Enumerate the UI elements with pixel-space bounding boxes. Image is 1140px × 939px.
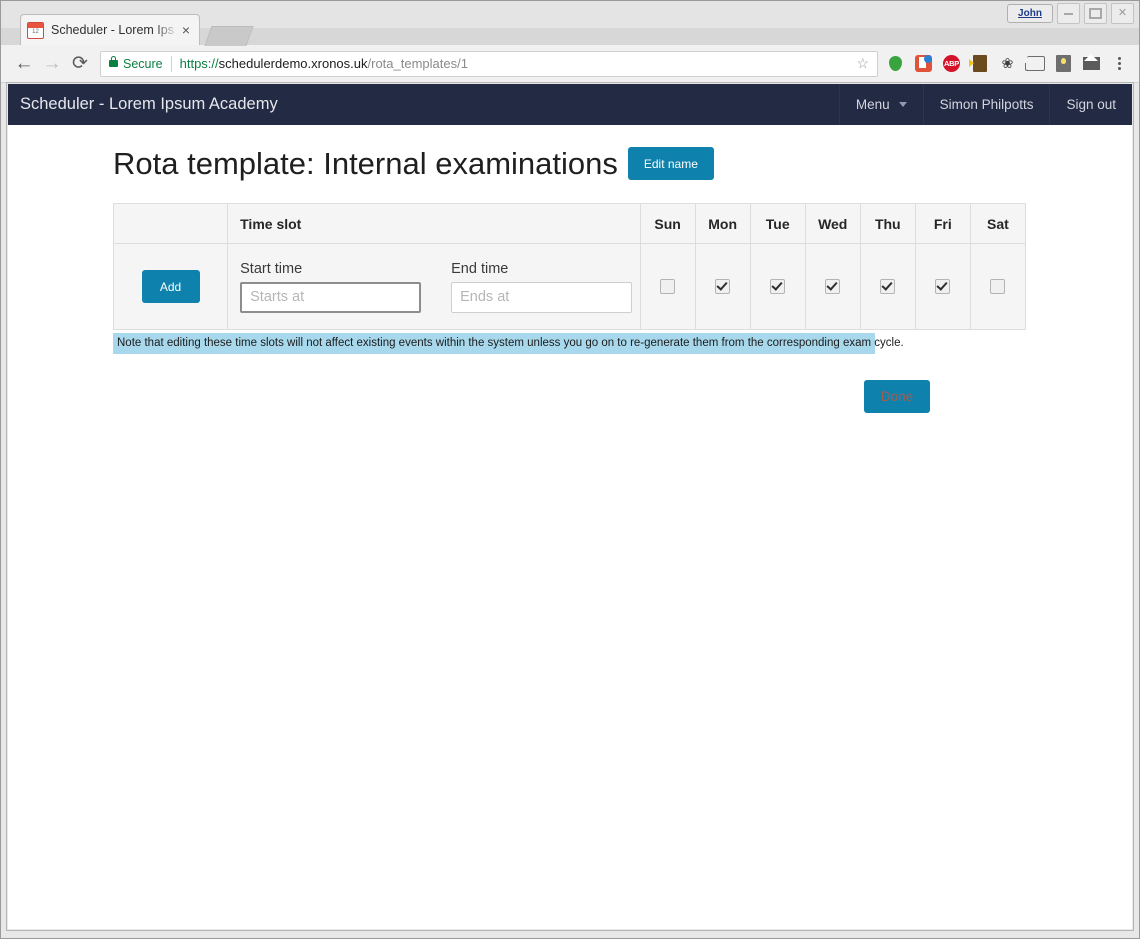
- header-day-tue: Tue: [749, 203, 806, 245]
- time-slot-fields: Start time End time: [228, 261, 639, 313]
- header-day-thu: Thu: [859, 203, 916, 245]
- url-scheme: https://: [179, 56, 219, 71]
- checkbox-wed[interactable]: [825, 278, 841, 294]
- window-minimize-button[interactable]: [1057, 3, 1080, 24]
- table-head: Time slot Sun Mon Tue Wed Thu Fri Sat: [112, 203, 1027, 245]
- new-tab-button[interactable]: [204, 26, 254, 46]
- start-time-label: Start time: [240, 260, 303, 277]
- omnibox-divider: [170, 55, 172, 72]
- minimize-icon: [1058, 4, 1079, 23]
- window-controls: John ✕: [1007, 3, 1134, 24]
- header-day-mon: Mon: [694, 203, 751, 245]
- url-text: https://schedulerdemo.xronos.uk/rota_tem…: [180, 56, 468, 71]
- checkbox-mon[interactable]: [715, 278, 731, 294]
- table-header-row: Time slot Sun Mon Tue Wed Thu Fri Sat: [112, 203, 1027, 245]
- nav-menu-label: Menu: [855, 97, 890, 112]
- start-time-input[interactable]: [240, 281, 422, 313]
- end-time-field-group: End time: [451, 260, 633, 313]
- cell-day-wed: [804, 243, 861, 331]
- header-time-slot: Time slot: [227, 203, 641, 245]
- page-content: Rota template: Internal examinations Edi…: [8, 125, 1132, 413]
- url-host: schedulerdemo.xronos.uk: [218, 56, 368, 71]
- table-row: Add Start time End time: [112, 243, 1027, 331]
- info-note: Note that editing these time slots will …: [113, 333, 904, 354]
- time-slots-table: Time slot Sun Mon Tue Wed Thu Fri Sat Ad…: [112, 203, 1027, 331]
- chrome-menu-icon[interactable]: [1110, 57, 1128, 70]
- browser-tab-active[interactable]: 12 Scheduler - Lorem Ips ×: [20, 14, 200, 45]
- maximize-icon: [1085, 4, 1106, 23]
- app-nav-right: Menu Simon Philpotts Sign out: [838, 84, 1132, 125]
- header-day-sun: Sun: [639, 203, 696, 245]
- note-extension-icon[interactable]: [1054, 54, 1073, 73]
- lock-icon: [109, 56, 118, 67]
- cast-icon[interactable]: [1024, 54, 1045, 73]
- browser-window: John ✕ 12 Scheduler - Lorem Ips × ← → ⟳: [0, 0, 1140, 939]
- nav-user-name[interactable]: Simon Philpotts: [922, 84, 1050, 125]
- header-day-fri: Fri: [914, 203, 971, 245]
- edit-name-button[interactable]: Edit name: [627, 147, 714, 181]
- back-button[interactable]: ←: [10, 50, 38, 78]
- adblock-plus-icon[interactable]: ABP: [942, 54, 961, 73]
- window-close-button[interactable]: ✕: [1111, 3, 1134, 24]
- page-viewport: Scheduler - Lorem Ipsum Academy Menu Sim…: [8, 84, 1132, 929]
- cell-day-fri: [914, 243, 971, 331]
- bookmark-extension-icon[interactable]: [914, 54, 933, 73]
- cell-day-tue: [749, 243, 806, 331]
- calendar-favicon-icon: 12: [27, 21, 44, 39]
- mail-extension-icon[interactable]: [1082, 54, 1101, 73]
- url-path: /rota_templates/1: [367, 56, 468, 71]
- header-day-sat: Sat: [969, 203, 1027, 245]
- checkbox-tue[interactable]: [770, 278, 786, 294]
- bookmark-star-icon[interactable]: ☆: [848, 55, 869, 72]
- claw-extension-icon[interactable]: ❀: [998, 54, 1017, 73]
- app-navbar: Scheduler - Lorem Ipsum Academy Menu Sim…: [8, 84, 1132, 125]
- forward-button[interactable]: →: [38, 50, 66, 78]
- add-button[interactable]: Add: [141, 270, 200, 304]
- checkbox-fri[interactable]: [935, 278, 951, 294]
- tab-title: Scheduler - Lorem Ips: [51, 23, 174, 37]
- app-brand[interactable]: Scheduler - Lorem Ipsum Academy: [8, 84, 293, 125]
- browser-toolbar: ← → ⟳ Secure https://schedulerdemo.xrono…: [0, 45, 1140, 83]
- chevron-down-icon: [898, 102, 907, 107]
- done-button-row: Done: [8, 379, 1027, 413]
- browser-tabstrip: 12 Scheduler - Lorem Ips ×: [0, 14, 1140, 46]
- reload-button[interactable]: ⟳: [66, 50, 94, 78]
- window-user-chip[interactable]: John: [1007, 4, 1053, 23]
- close-icon: ✕: [1117, 7, 1128, 19]
- nav-sign-out[interactable]: Sign out: [1049, 84, 1132, 125]
- tab-close-icon[interactable]: ×: [179, 23, 193, 37]
- nav-menu-dropdown[interactable]: Menu: [838, 84, 923, 125]
- end-time-label: End time: [451, 260, 509, 277]
- page-title: Rota template: Internal examinations: [113, 146, 618, 181]
- favicon-date-label: 12: [32, 28, 39, 35]
- header-day-wed: Wed: [804, 203, 861, 245]
- checkbox-thu[interactable]: [880, 278, 896, 294]
- end-time-input[interactable]: [451, 281, 633, 313]
- table-body: Add Start time End time: [112, 243, 1027, 331]
- cell-day-mon: [694, 243, 751, 331]
- time-slots-table-wrapper: Time slot Sun Mon Tue Wed Thu Fri Sat Ad…: [112, 203, 1027, 331]
- extension-icons: ABP ❀: [886, 54, 1130, 73]
- balloon-extension-icon[interactable]: [886, 54, 905, 73]
- door-extension-icon[interactable]: [968, 54, 989, 73]
- window-maximize-button[interactable]: [1084, 3, 1107, 24]
- header-actions: [112, 203, 229, 245]
- cell-actions: Add: [112, 243, 229, 331]
- cell-day-thu: [859, 243, 916, 331]
- cell-day-sun: [639, 243, 696, 331]
- checkbox-sun[interactable]: [660, 278, 676, 294]
- cell-time-slot: Start time End time: [227, 243, 641, 331]
- address-bar[interactable]: Secure https://schedulerdemo.xronos.uk/r…: [100, 50, 878, 77]
- page-header: Rota template: Internal examinations Edi…: [8, 125, 1132, 182]
- security-status-label: Secure: [123, 56, 163, 71]
- checkbox-sat[interactable]: [990, 278, 1006, 294]
- start-time-field-group: Start time: [240, 260, 422, 313]
- done-button[interactable]: Done: [864, 379, 930, 413]
- cell-day-sat: [969, 243, 1027, 331]
